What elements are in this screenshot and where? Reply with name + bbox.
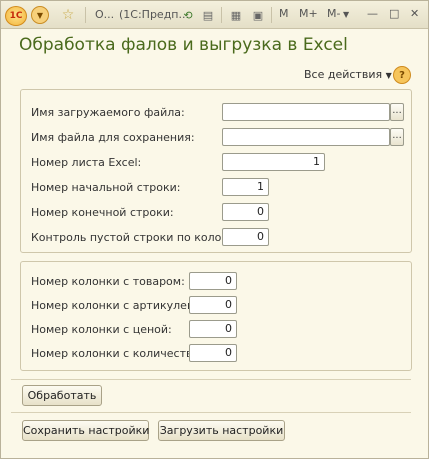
- close-button[interactable]: ✕: [410, 7, 419, 20]
- calendar-icon[interactable]: ▣: [249, 6, 267, 24]
- process-button[interactable]: Обработать: [22, 385, 102, 406]
- start-row-label: Номер начальной строки:: [31, 181, 181, 194]
- excel-sheet-number-label: Номер листа Excel:: [31, 156, 142, 169]
- memory-m-button[interactable]: M: [279, 7, 289, 20]
- all-actions-label: Все действия: [304, 68, 383, 81]
- 1c-logo-icon[interactable]: 1С: [5, 6, 27, 26]
- load-settings-button[interactable]: Загрузить настройки: [158, 420, 285, 441]
- divider: [11, 412, 411, 413]
- toolbar-separator: [85, 7, 86, 23]
- save-file-name-input[interactable]: [222, 128, 390, 146]
- doc-icon[interactable]: ▤: [199, 6, 217, 24]
- window-tab-title[interactable]: О...: [95, 8, 114, 21]
- all-actions-menu[interactable]: Все действия ▼: [304, 68, 392, 81]
- start-row-input[interactable]: 1: [222, 178, 269, 196]
- load-file-name-label: Имя загружаемого файла:: [31, 106, 185, 119]
- end-row-input[interactable]: 0: [222, 203, 269, 221]
- main-menu-dropdown-icon[interactable]: ▼: [31, 6, 49, 24]
- memory-minus-button[interactable]: M-: [327, 7, 340, 20]
- price-column-label: Номер колонки с ценой:: [31, 323, 172, 336]
- form-title: Обработка фалов и выгрузка в Excel: [19, 35, 348, 55]
- minimize-button[interactable]: —: [367, 7, 378, 20]
- price-column-input[interactable]: 0: [189, 320, 237, 338]
- empty-row-check-input[interactable]: 0: [222, 228, 269, 246]
- back-arrow-icon[interactable]: ⟲: [179, 6, 197, 24]
- save-settings-button[interactable]: Сохранить настройки: [22, 420, 149, 441]
- article-column-input[interactable]: 0: [189, 296, 237, 314]
- divider: [11, 379, 411, 380]
- memory-mplus-button[interactable]: M+: [299, 7, 318, 20]
- help-icon[interactable]: ?: [393, 66, 411, 84]
- excel-sheet-number-input[interactable]: 1: [222, 153, 325, 171]
- load-file-name-input[interactable]: [222, 103, 390, 121]
- save-file-browse-button[interactable]: ...: [390, 128, 404, 146]
- calculator-icon[interactable]: ▦: [227, 6, 245, 24]
- load-file-browse-button[interactable]: ...: [390, 103, 404, 121]
- toolbar-separator: [271, 7, 272, 23]
- empty-row-check-label: Контроль пустой строки по колонке:: [31, 231, 246, 244]
- chevron-down-icon: ▼: [385, 71, 392, 80]
- title-bar: 1С ▼ ☆ О... (1С:Предп... ⟲ ▤ ▦ ▣ M M+ M-…: [1, 1, 428, 29]
- end-row-label: Номер конечной строки:: [31, 206, 174, 219]
- save-file-name-label: Имя файла для сохранения:: [31, 131, 195, 144]
- memory-dropdown-icon[interactable]: ▼: [343, 10, 349, 19]
- toolbar-separator: [221, 7, 222, 23]
- product-column-input[interactable]: 0: [189, 272, 237, 290]
- window: 1С ▼ ☆ О... (1С:Предп... ⟲ ▤ ▦ ▣ M M+ M-…: [0, 0, 429, 459]
- article-column-label: Номер колонки с артикулем:: [31, 299, 199, 312]
- favorites-star-icon[interactable]: ☆: [59, 6, 77, 24]
- column-settings-group: Номер колонки с товаром: 0 Номер колонки…: [20, 261, 412, 371]
- file-settings-group: Имя загружаемого файла: ... Имя файла дл…: [20, 89, 412, 253]
- quantity-column-input[interactable]: 0: [189, 344, 237, 362]
- quantity-column-label: Номер колонки с количеством:: [31, 347, 212, 360]
- maximize-button[interactable]: □: [389, 7, 399, 20]
- product-column-label: Номер колонки с товаром:: [31, 275, 185, 288]
